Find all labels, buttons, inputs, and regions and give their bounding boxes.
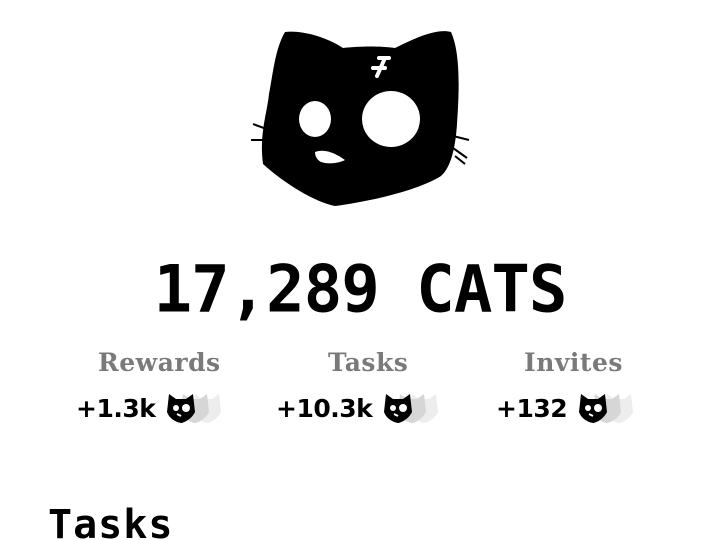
stat-label: Rewards <box>98 348 221 377</box>
stat-label: Tasks <box>328 348 409 377</box>
stat-label: Invites <box>524 348 623 377</box>
cats-app-screen: 17,289 CATS Rewards +1.3k Tasks +10.3k I… <box>0 0 720 540</box>
cat-face-icon <box>579 394 608 423</box>
stat-value: +10.3k <box>276 393 373 423</box>
stat-rewards: Rewards +1.3k <box>0 348 240 438</box>
stats-row: Rewards +1.3k Tasks +10.3k Invites +132 <box>0 348 720 438</box>
tasks-section-title: Tasks <box>48 502 174 540</box>
cats-balance: 17,289 CATS <box>153 252 568 328</box>
cat-stack-icon <box>163 390 235 426</box>
cat-face-icon <box>167 394 196 423</box>
stat-tasks: Tasks +10.3k <box>240 348 480 438</box>
stat-value: +132 <box>496 393 568 423</box>
cat-stack-icon <box>575 390 647 426</box>
stat-value: +1.3k <box>76 393 156 423</box>
cat-face-icon <box>384 394 413 423</box>
cat-stack-icon <box>380 390 452 426</box>
stat-invites: Invites +132 <box>480 348 720 438</box>
cat-face-icon <box>251 31 470 206</box>
